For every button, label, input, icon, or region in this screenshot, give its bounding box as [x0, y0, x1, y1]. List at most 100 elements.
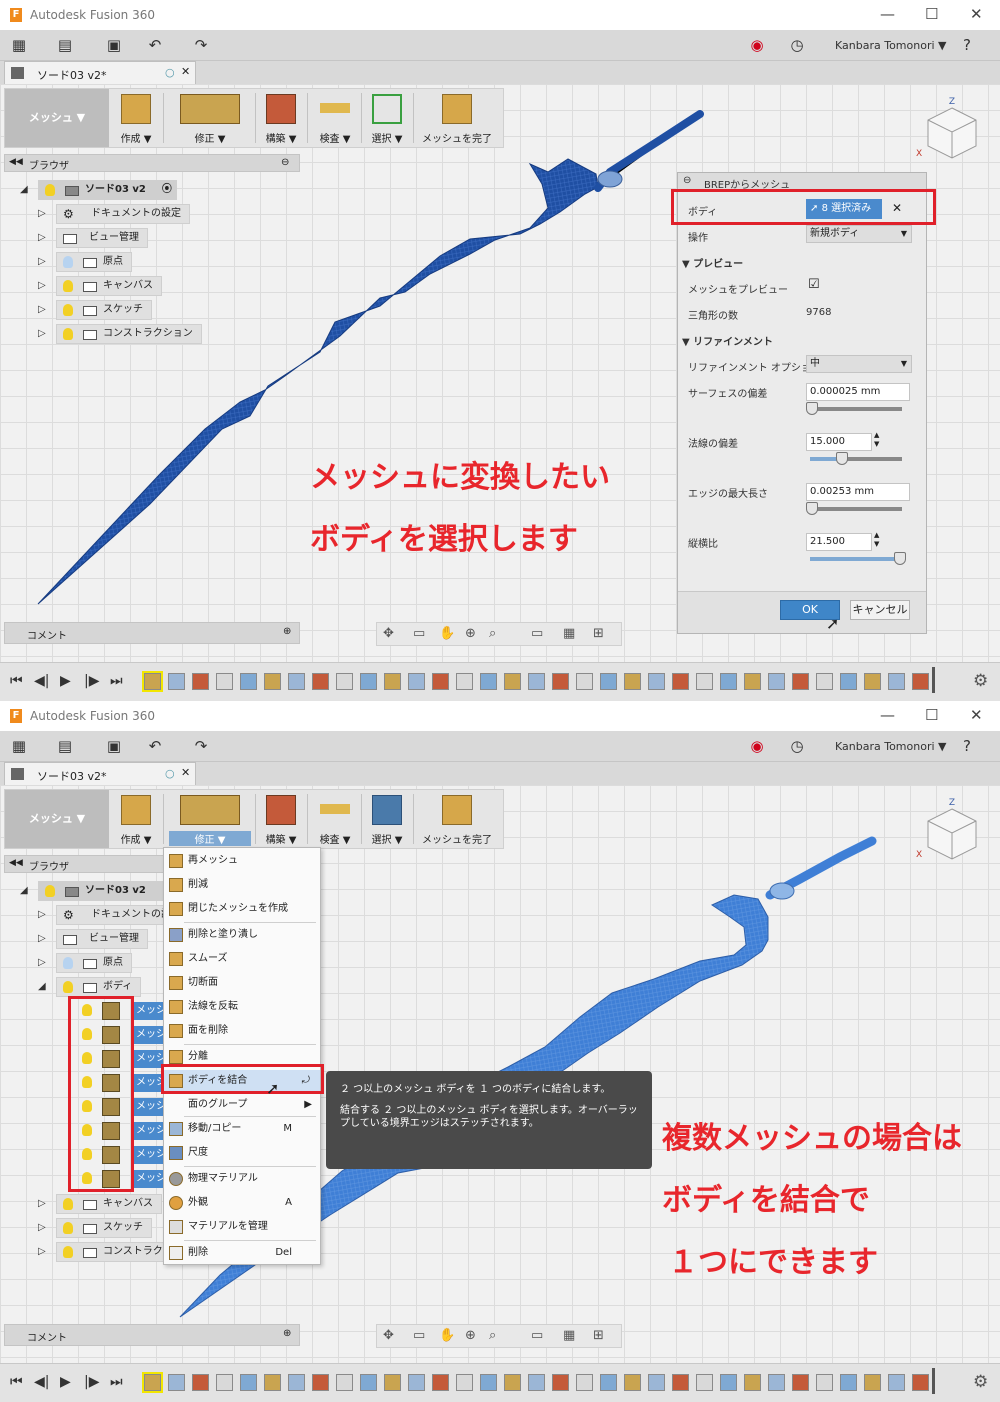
- timeline-feature-icon[interactable]: [888, 1374, 905, 1391]
- timeline-feature-icon[interactable]: [480, 673, 497, 690]
- expand-icon[interactable]: ▷: [38, 933, 46, 944]
- collapse-icon[interactable]: ◀◀: [9, 858, 23, 868]
- timeline-feature-icon[interactable]: [360, 673, 377, 690]
- pan-icon[interactable]: ✋: [439, 1328, 455, 1343]
- timeline-feature-icon[interactable]: [528, 673, 545, 690]
- timeline-feature-icon[interactable]: [648, 673, 665, 690]
- timeline-feature-icon[interactable]: [168, 1374, 185, 1391]
- timeline-feature-icon[interactable]: [864, 1374, 881, 1391]
- mesh-preview-checkbox[interactable]: ☑: [808, 277, 820, 292]
- zoom-icon[interactable]: ⊕: [465, 626, 476, 641]
- timeline-feature-icon[interactable]: [624, 1374, 641, 1391]
- timeline-feature-icon[interactable]: [720, 1374, 737, 1391]
- timeline-feature-icon[interactable]: [408, 1374, 425, 1391]
- orbit-icon[interactable]: ✥: [383, 626, 394, 641]
- timeline-feature-icon[interactable]: [528, 1374, 545, 1391]
- go-to-end-icon[interactable]: ⏭: [110, 1374, 123, 1390]
- timeline-feature-icon[interactable]: [600, 673, 617, 690]
- menu-item-make-closed-mesh[interactable]: 閉じたメッシュを作成: [164, 898, 320, 920]
- timeline-feature-icon[interactable]: [792, 673, 809, 690]
- menu-item-smooth[interactable]: スムーズ: [164, 948, 320, 970]
- document-tab[interactable]: ソード03 v2* ○ ✕: [4, 61, 196, 85]
- timeline-feature-icon[interactable]: [432, 673, 449, 690]
- timeline-feature-icon[interactable]: [744, 1374, 761, 1391]
- inspect-menu[interactable]: 検査 ▼: [313, 89, 357, 147]
- timeline-feature-icon[interactable]: [264, 1374, 281, 1391]
- normal-deviation-slider[interactable]: [810, 452, 902, 465]
- visibility-bulb-icon[interactable]: [63, 256, 73, 268]
- visibility-bulb-icon[interactable]: [63, 304, 73, 316]
- help-icon[interactable]: ?: [958, 36, 976, 54]
- timeline-feature-icon[interactable]: [384, 1374, 401, 1391]
- timeline-feature-icon[interactable]: [312, 673, 329, 690]
- undo-icon[interactable]: ↶: [146, 36, 164, 54]
- spinner-icon[interactable]: ▲ ▼: [874, 431, 879, 449]
- expand-icon[interactable]: ▷: [38, 280, 46, 291]
- look-at-icon[interactable]: ▭: [413, 1328, 425, 1343]
- preview-section[interactable]: ▼ プレビュー: [682, 255, 743, 270]
- timeline-feature-icon[interactable]: [864, 673, 881, 690]
- timeline-feature-icon[interactable]: [552, 673, 569, 690]
- timeline-feature-icon[interactable]: [142, 671, 163, 692]
- user-menu[interactable]: Kanbara Tomonori ▼: [835, 39, 947, 52]
- step-forward-icon[interactable]: |▶: [84, 1374, 99, 1390]
- finish-mesh-button[interactable]: メッシュを完了: [419, 89, 495, 147]
- document-tab[interactable]: ソード03 v2* ○ ✕: [4, 762, 196, 786]
- timeline-feature-icon[interactable]: [624, 673, 641, 690]
- edge-max-slider[interactable]: [806, 502, 902, 515]
- collapse-dialog-icon[interactable]: ⊖: [683, 175, 691, 186]
- timeline-feature-icon[interactable]: [408, 673, 425, 690]
- comment-bar[interactable]: コメント ⊕: [4, 1324, 300, 1346]
- viewports-icon[interactable]: ⊞: [593, 626, 604, 641]
- record-icon[interactable]: ◉: [748, 36, 766, 54]
- look-at-icon[interactable]: ▭: [413, 626, 425, 641]
- inspect-menu[interactable]: 検査 ▼: [313, 790, 357, 848]
- visibility-bulb-icon[interactable]: [63, 1246, 73, 1258]
- menu-item-scale[interactable]: 尺度: [164, 1142, 320, 1164]
- timeline-feature-icon[interactable]: [840, 673, 857, 690]
- save-icon[interactable]: ▣: [105, 36, 123, 54]
- view-cube[interactable]: Z X: [912, 94, 992, 174]
- select-menu[interactable]: 選択 ▼: [365, 790, 409, 848]
- add-comment-icon[interactable]: ⊕: [283, 1328, 291, 1339]
- timeline-feature-icon[interactable]: [480, 1374, 497, 1391]
- expand-icon[interactable]: ▷: [38, 232, 46, 243]
- step-back-icon[interactable]: ◀|: [34, 673, 49, 689]
- canvas-viewport[interactable]: メッシュ ▼ 作成 ▼ 修正 ▼ 構築 ▼ 検査 ▼ 選択 ▼ メッシュを完了 …: [0, 84, 1000, 662]
- timeline-feature-icon[interactable]: [168, 673, 185, 690]
- timeline-feature-icon[interactable]: [336, 1374, 353, 1391]
- surface-deviation-slider[interactable]: [806, 402, 902, 415]
- orbit-icon[interactable]: ✥: [383, 1328, 394, 1343]
- minimize-icon[interactable]: —: [880, 5, 895, 23]
- timeline-feature-icon[interactable]: [288, 673, 305, 690]
- timeline-feature-icon[interactable]: [744, 673, 761, 690]
- expand-icon[interactable]: ◢: [20, 885, 28, 896]
- timeline-feature-icon[interactable]: [192, 673, 209, 690]
- add-comment-icon[interactable]: ⊕: [283, 626, 291, 637]
- timeline-feature-icon[interactable]: [792, 1374, 809, 1391]
- operation-select[interactable]: 新規ボディ ▼: [806, 225, 912, 243]
- slider-thumb[interactable]: [836, 452, 848, 465]
- step-back-icon[interactable]: ◀|: [34, 1374, 49, 1390]
- timeline-feature-icon[interactable]: [216, 1374, 233, 1391]
- timeline-feature-icon[interactable]: [432, 1374, 449, 1391]
- expand-icon[interactable]: ▷: [38, 304, 46, 315]
- timeline-feature-icon[interactable]: [696, 673, 713, 690]
- fit-icon[interactable]: ⌕: [489, 626, 496, 641]
- normal-deviation-input[interactable]: 15.000: [806, 433, 872, 451]
- expand-icon[interactable]: ▷: [38, 208, 46, 219]
- expand-icon[interactable]: ▷: [38, 1222, 46, 1233]
- timeline-feature-icon[interactable]: [360, 1374, 377, 1391]
- pan-icon[interactable]: ✋: [439, 626, 455, 641]
- file-icon[interactable]: ▤: [56, 36, 74, 54]
- menu-item-delete-faces[interactable]: 面を削除: [164, 1020, 320, 1042]
- spinner-icon[interactable]: ▲ ▼: [874, 531, 879, 549]
- timeline-marker[interactable]: [932, 667, 935, 693]
- visibility-bulb-icon[interactable]: [63, 1198, 73, 1210]
- menu-item-erase-and-fill[interactable]: 削除と塗り潰し: [164, 924, 320, 946]
- timeline-feature-icon[interactable]: [288, 1374, 305, 1391]
- apps-grid-icon[interactable]: ▦: [10, 36, 28, 54]
- activate-radio-icon[interactable]: ⦿: [162, 181, 172, 199]
- slider-thumb[interactable]: [806, 502, 818, 515]
- visibility-bulb-icon[interactable]: [63, 280, 73, 292]
